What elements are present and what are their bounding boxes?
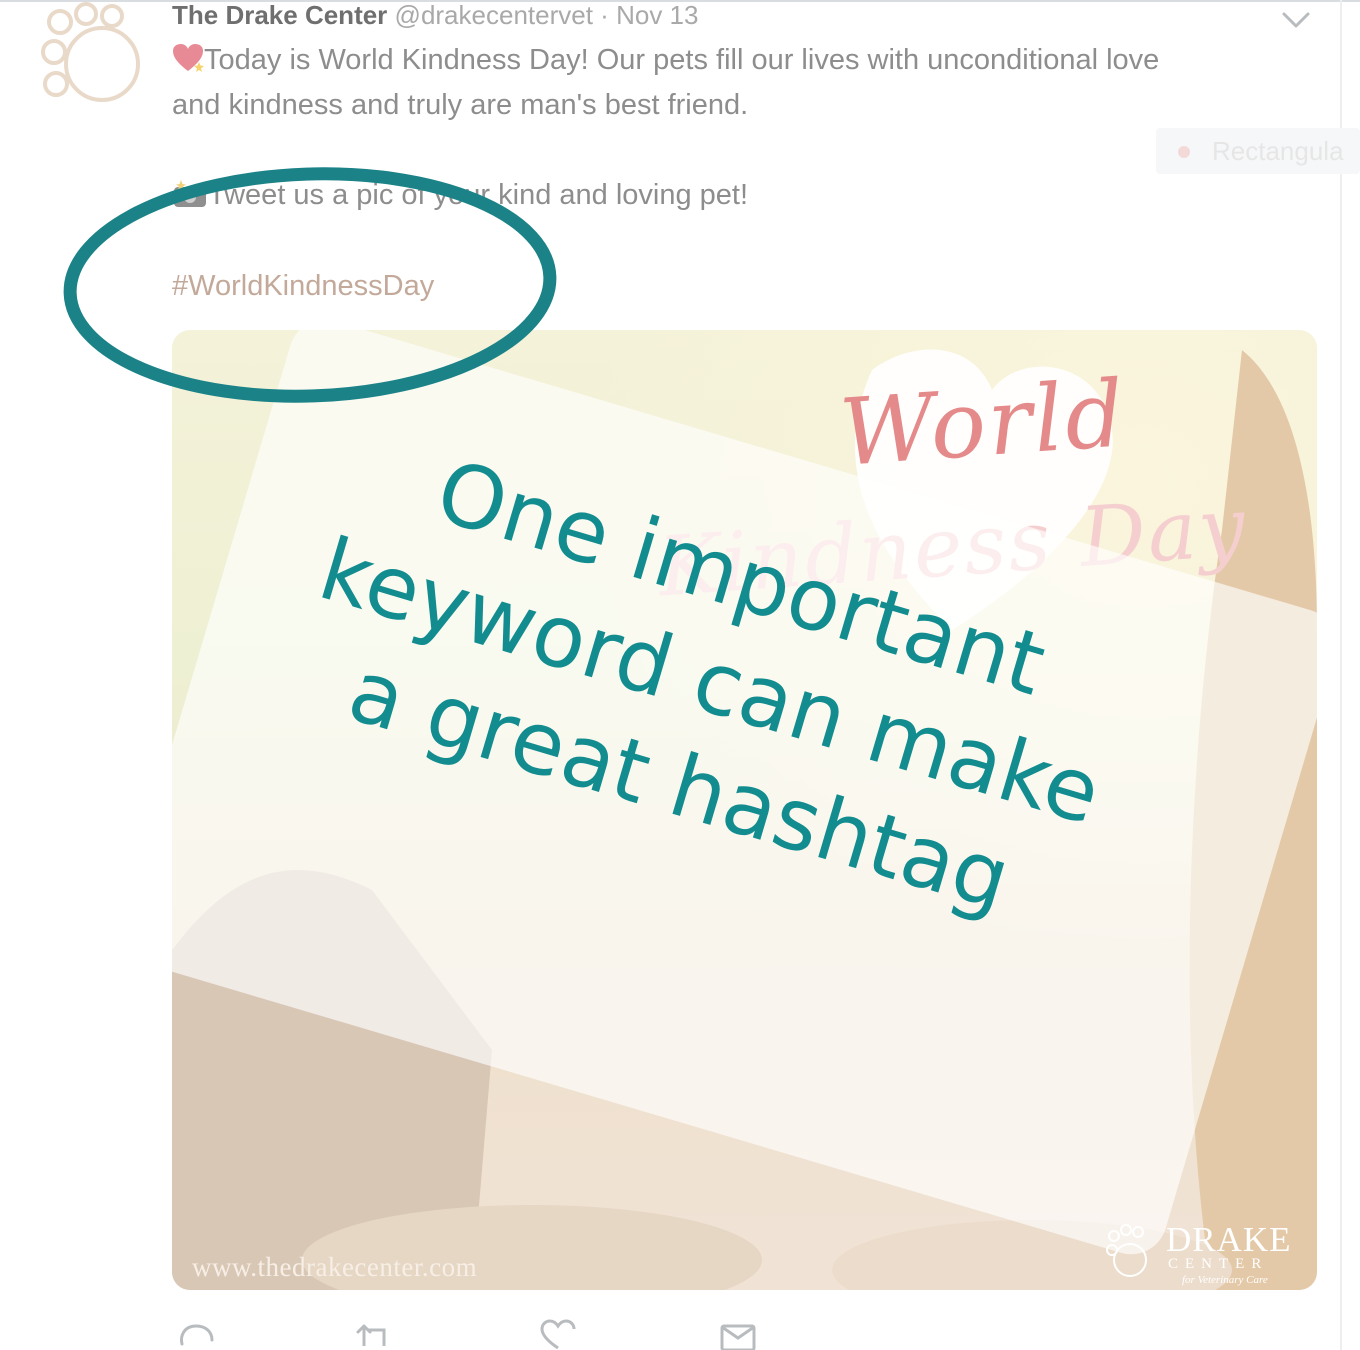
camera-emoji-icon bbox=[174, 180, 206, 207]
tweet-line-3-text: Tweet us a pic of your kind and loving p… bbox=[208, 179, 749, 211]
heart-sparkle-emoji-icon bbox=[173, 44, 204, 72]
header-separator: · bbox=[600, 0, 609, 30]
chevron-down-icon[interactable] bbox=[1278, 8, 1314, 32]
media-title-world: World bbox=[836, 360, 1130, 487]
tweet-header: The Drake Center @drakecentervet · Nov 1… bbox=[172, 0, 698, 32]
tweet-date[interactable]: Nov 13 bbox=[616, 0, 698, 30]
tweet-text-line-1: Today is World Kindness Day! Our pets fi… bbox=[172, 38, 1292, 83]
retweet-icon[interactable] bbox=[354, 1318, 394, 1350]
envelope-icon[interactable] bbox=[718, 1318, 758, 1350]
author-name[interactable]: The Drake Center bbox=[172, 0, 387, 30]
tweet-text-line-3: Tweet us a pic of your kind and loving p… bbox=[172, 173, 1292, 218]
reply-icon[interactable] bbox=[176, 1318, 216, 1350]
faded-shape-chip: Rectangula bbox=[1156, 128, 1360, 174]
heart-icon[interactable] bbox=[538, 1318, 578, 1350]
hashtag-link[interactable]: #WorldKindnessDay bbox=[172, 264, 434, 309]
tweet-action-bar bbox=[170, 1318, 810, 1350]
right-divider bbox=[1340, 0, 1342, 1350]
tweet-line-2-text: and kindness and truly are man's best fr… bbox=[172, 89, 749, 121]
tweet-line-1-text: Today is World Kindness Day! Our pets fi… bbox=[204, 44, 1160, 76]
chip-dot bbox=[1178, 146, 1190, 158]
chip-label: Rectangula bbox=[1212, 136, 1344, 166]
brand-name: DRAKE bbox=[1166, 1220, 1292, 1259]
brand-subtitle: CENTER bbox=[1168, 1256, 1269, 1272]
brand-tagline: for Veterinary Care bbox=[1182, 1274, 1268, 1286]
avatar[interactable] bbox=[38, 2, 146, 110]
media-website-url: www.thedrakecenter.com bbox=[192, 1252, 478, 1282]
author-handle[interactable]: @drakecentervet bbox=[395, 0, 593, 30]
